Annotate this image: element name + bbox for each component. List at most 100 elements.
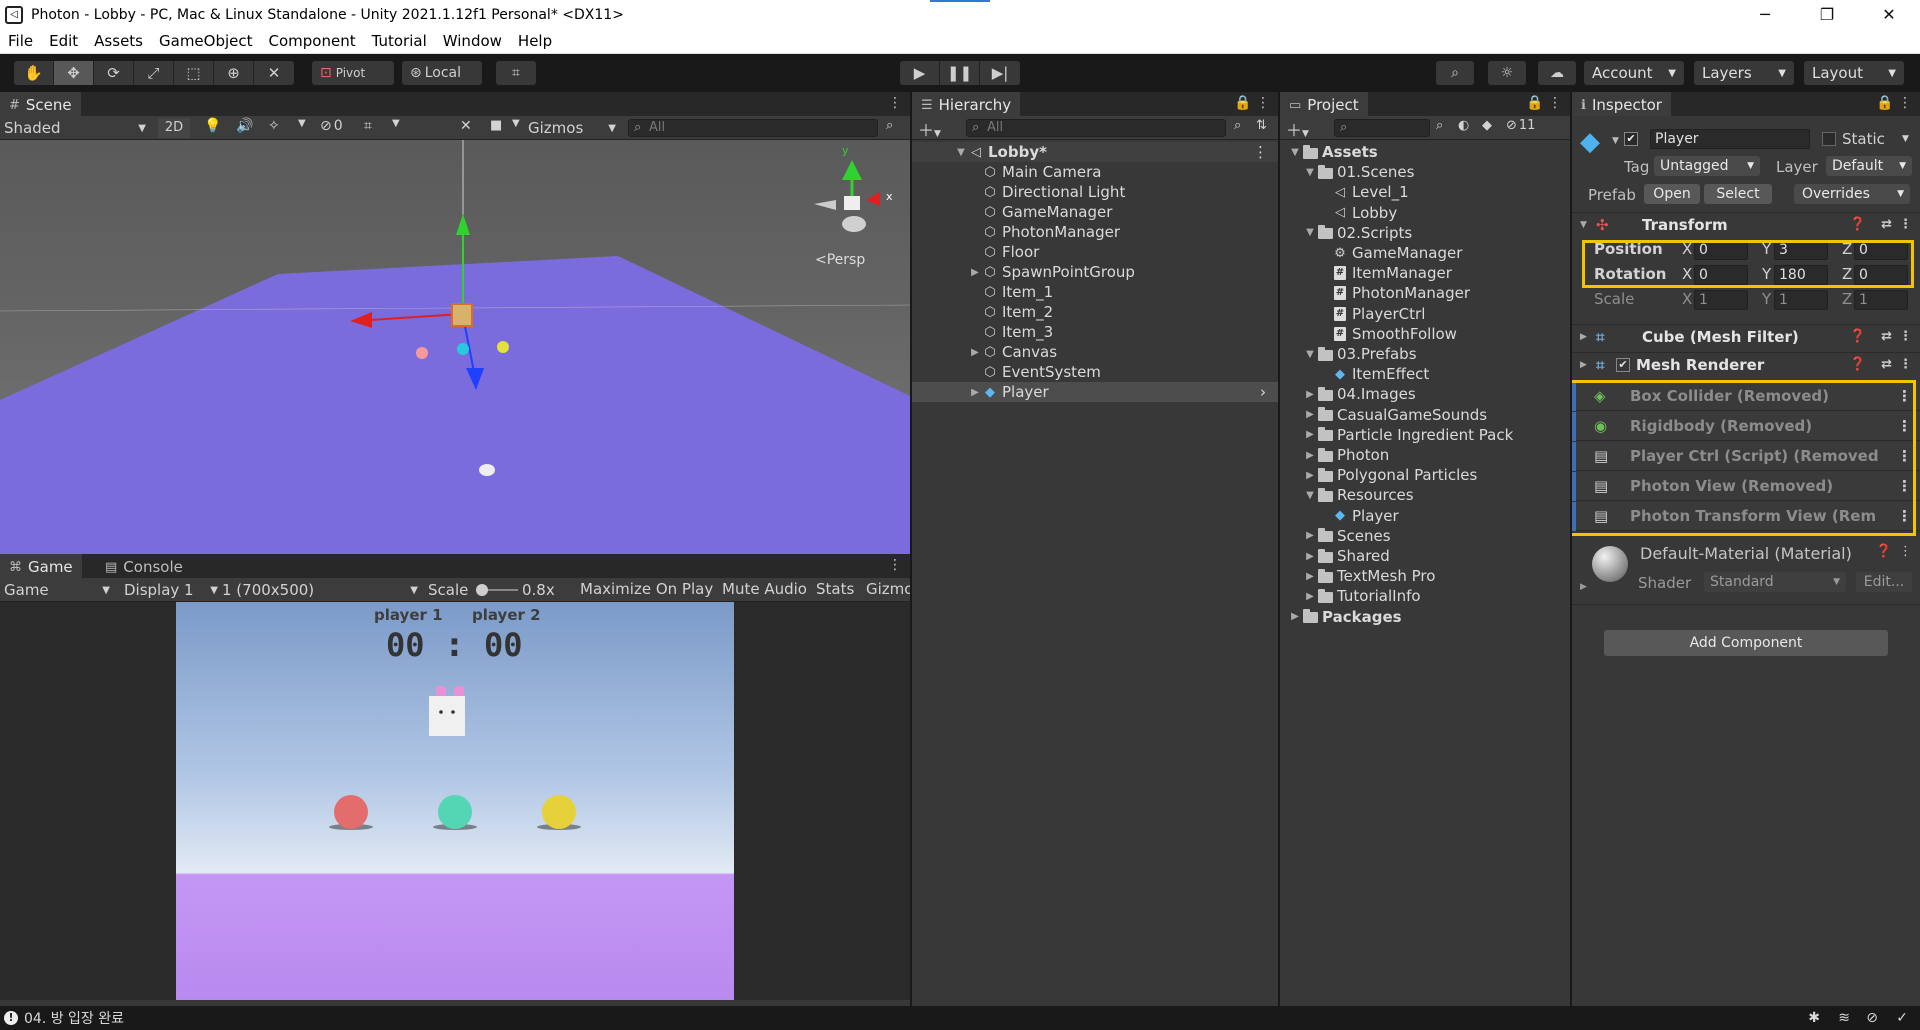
play-button-icon[interactable]: ▶ <box>900 61 940 85</box>
scene-root-row[interactable]: ▼ ◁ Lobby* ⋮ <box>912 142 1278 162</box>
active-checkbox[interactable]: ✔ <box>1624 132 1638 146</box>
project-item[interactable]: ▼ Assets <box>1280 142 1570 162</box>
scale-z-field[interactable]: 1 <box>1854 290 1908 310</box>
expand-arrow-icon[interactable]: ▶ <box>968 387 982 398</box>
tab-scene[interactable]: # Scene <box>0 92 81 116</box>
tab-hierarchy[interactable]: ☰ Hierarchy <box>912 92 1021 116</box>
chevron-right-icon[interactable]: ▶ <box>1303 450 1317 461</box>
project-item[interactable]: ⚙ GameManager <box>1280 243 1570 263</box>
resolution-dropdown[interactable]: 1 (700x500) ▼ <box>222 580 418 600</box>
create-asset-button[interactable]: ＋▼ <box>1286 117 1309 141</box>
project-item[interactable]: # SmoothFollow <box>1280 324 1570 344</box>
hierarchy-search-input[interactable]: All <box>966 119 1226 137</box>
chevron-down-icon[interactable]: ▼ <box>1303 227 1317 238</box>
stats-toggle[interactable]: Stats <box>816 580 854 598</box>
maximize-on-play-toggle[interactable]: Maximize On Play <box>578 580 715 598</box>
component-menu-icon[interactable]: ⋮ <box>1899 357 1912 372</box>
mesh-filter-header[interactable]: ▶ ⌗ Cube (Mesh Filter) ❓ ⇄ ⋮ <box>1572 324 1920 348</box>
project-item[interactable]: ▼ 03.Prefabs <box>1280 344 1570 364</box>
expand-arrow-icon[interactable]: ▶ <box>968 267 982 278</box>
chevron-down-icon[interactable]: ▼ <box>298 118 306 129</box>
audio-toggle-icon[interactable]: 🔊 <box>236 118 253 134</box>
project-item[interactable]: ▶ Photon <box>1280 445 1570 465</box>
hierarchy-item[interactable]: ⬡ PhotonManager <box>912 222 1278 242</box>
mesh-renderer-header[interactable]: ▶ ⌗ ✔ Mesh Renderer ❓ ⇄ ⋮ <box>1572 352 1920 376</box>
search-button[interactable]: ⌕ <box>1436 61 1474 85</box>
project-item[interactable]: ◁ Lobby <box>1280 203 1570 223</box>
help-icon[interactable]: ❓ <box>1850 357 1866 372</box>
prefab-overrides-dropdown[interactable]: Overrides ▼ <box>1794 184 1910 204</box>
add-object-button[interactable]: ＋▼ <box>918 117 941 141</box>
services-button[interactable]: ☼ <box>1488 61 1526 85</box>
chevron-down-icon[interactable]: ▼ <box>1902 134 1909 144</box>
display-dropdown[interactable]: Display 1 ▼ <box>124 580 218 600</box>
sort-icon[interactable]: ⇅ <box>1256 118 1267 133</box>
object-name-field[interactable]: Player <box>1650 129 1810 149</box>
expand-arrow-icon[interactable]: ▶ <box>968 347 982 358</box>
hierarchy-item[interactable]: ⬡ Item_3 <box>912 322 1278 342</box>
scale-y-field[interactable]: 1 <box>1774 290 1828 310</box>
chevron-down-icon[interactable]: ▼ <box>1303 349 1317 360</box>
static-checkbox[interactable] <box>1822 132 1836 146</box>
project-item[interactable]: ◁ Level_1 <box>1280 182 1570 202</box>
pause-button-icon[interactable]: ❚❚ <box>940 61 980 85</box>
prefab-open-button[interactable]: Open <box>1644 184 1700 204</box>
prefab-select-button[interactable]: Select <box>1704 184 1772 204</box>
help-icon[interactable]: ❓ <box>1876 544 1892 559</box>
panel-menu-icon[interactable]: ⋮ <box>1548 95 1562 113</box>
menu-component[interactable]: Component <box>261 32 364 50</box>
game-gizmos-toggle[interactable]: Gizmo <box>866 580 910 598</box>
project-item[interactable]: ▼ 02.Scripts <box>1280 223 1570 243</box>
grid-toggle-icon[interactable]: ⌗ <box>364 118 372 134</box>
tools-icon[interactable]: ✕ <box>460 118 472 134</box>
component-menu-icon[interactable]: ⋮ <box>1899 217 1912 232</box>
menu-file[interactable]: File <box>0 32 41 50</box>
hierarchy-item[interactable]: ⬡ Main Camera <box>912 162 1278 182</box>
chevron-down-icon[interactable]: ▼ <box>1303 167 1317 178</box>
lighting-toggle-icon[interactable]: 💡 <box>204 118 221 134</box>
chevron-right-icon[interactable]: ▶ <box>1303 530 1317 541</box>
component-menu-icon[interactable]: ⋮ <box>1899 544 1912 559</box>
menu-window[interactable]: Window <box>435 32 510 50</box>
project-item[interactable]: ▶ CasualGameSounds <box>1280 405 1570 425</box>
project-item[interactable]: ▶ Packages <box>1280 607 1570 627</box>
chevron-right-icon[interactable]: ▶ <box>1580 360 1596 370</box>
project-item[interactable]: ▶ TutorialInfo <box>1280 586 1570 606</box>
hidden-packages-toggle[interactable]: ⊘ 11 <box>1506 118 1535 133</box>
hierarchy-item[interactable]: ⬡ Floor <box>912 242 1278 262</box>
project-search-input[interactable] <box>1334 119 1430 137</box>
filter-type-icon[interactable]: ◐ <box>1458 118 1469 133</box>
help-icon[interactable]: ❓ <box>1850 329 1866 344</box>
component-menu-icon[interactable]: ⋮ <box>1899 329 1912 344</box>
search-type-icon[interactable]: ⌕ <box>1234 118 1241 133</box>
panel-menu-icon[interactable]: ⋮ <box>888 557 902 575</box>
help-icon[interactable]: ❓ <box>1850 217 1866 232</box>
hierarchy-item[interactable]: ⬡ Directional Light <box>912 182 1278 202</box>
local-toggle[interactable]: ⊛ Local <box>402 61 482 85</box>
tab-project[interactable]: ▭ Project <box>1280 92 1368 116</box>
close-button[interactable]: ✕ <box>1858 0 1920 29</box>
hierarchy-item[interactable]: ⬡ GameManager <box>912 202 1278 222</box>
enabled-checkbox[interactable]: ✔ <box>1616 357 1630 372</box>
panel-menu-icon[interactable]: ⋮ <box>1898 95 1912 113</box>
tag-dropdown[interactable]: Untagged ▼ <box>1654 156 1760 176</box>
gizmos-dropdown[interactable]: Gizmos ▼ <box>528 118 616 138</box>
chevron-down-icon[interactable]: ▼ <box>1612 136 1619 146</box>
scene-menu-icon[interactable]: ⋮ <box>1253 143 1268 161</box>
status-message[interactable]: 04. 방 입장 완료 <box>24 1008 124 1028</box>
chevron-right-icon[interactable]: ▶ <box>1303 591 1317 602</box>
hierarchy-item-player[interactable]: ▶ ◆ Player › <box>912 382 1278 402</box>
grid-snap-button[interactable]: ⌗ <box>496 61 536 85</box>
project-item[interactable]: ▶ Scenes <box>1280 526 1570 546</box>
bug-icon[interactable]: ✱ <box>1808 1010 1820 1026</box>
project-item[interactable]: ▶ Shared <box>1280 546 1570 566</box>
project-item[interactable]: ▼ 01.Scenes <box>1280 162 1570 182</box>
transform-tool-icon[interactable]: ⊕ <box>214 61 254 85</box>
2d-toggle[interactable]: 2D <box>158 118 190 138</box>
chevron-right-icon[interactable]: › <box>1260 383 1266 401</box>
scale-slider-thumb[interactable] <box>476 584 488 596</box>
rotate-tool-icon[interactable]: ⟳ <box>94 61 134 85</box>
presets-icon[interactable]: ⇄ <box>1881 357 1892 372</box>
scale-slider[interactable] <box>476 584 518 596</box>
tab-game[interactable]: ⌘ Game <box>0 554 82 578</box>
